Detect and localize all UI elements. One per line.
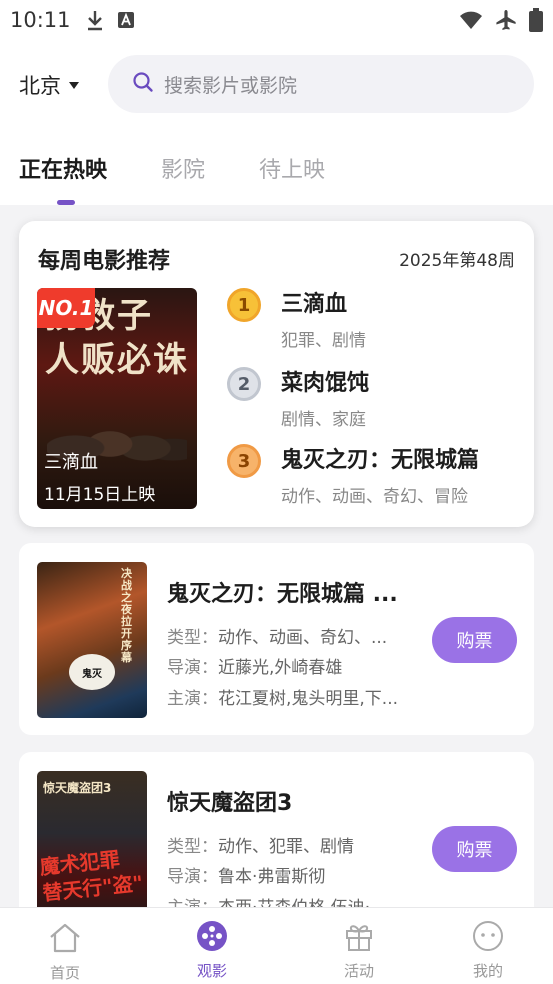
rank-name: 菜肉馄饨: [281, 371, 370, 396]
featured-poster[interactable]: 拐救子 人贩必诛 NO.1 三滴血 11月15日上映: [37, 288, 197, 509]
movie-poster[interactable]: 决战之夜拉开序幕 鬼灭: [37, 562, 147, 718]
wifi-icon: [459, 10, 483, 30]
bottom-nav: 首页 观影 活动 我的: [0, 907, 553, 984]
nav-home-label: 首页: [49, 964, 80, 982]
rank-name: 三滴血: [281, 292, 348, 317]
search-placeholder: 搜索影片或影院: [164, 74, 298, 97]
tab-coming-soon[interactable]: 待上映: [259, 152, 325, 184]
nav-mine[interactable]: 我的: [468, 920, 508, 981]
search-icon: [132, 71, 154, 97]
rank-name: 鬼灭之刃：无限城篇: [281, 448, 480, 473]
movie-cast: 主演：花江夏树,鬼头明里,下...: [167, 689, 399, 709]
movie-poster[interactable]: 惊天魔盗团3 魔术犯罪 替天行"盗": [37, 771, 147, 927]
weekly-recommendation-card[interactable]: 每周电影推荐 2025年第48周 拐救子 人贩必诛 NO.1 三滴血 11月15日…: [19, 221, 534, 527]
status-bar: 10:11: [0, 0, 553, 40]
no1-badge: NO.1: [37, 288, 95, 328]
smiley-icon: [472, 920, 504, 956]
poster-side-text: 决战之夜拉开序幕: [121, 567, 132, 664]
search-input[interactable]: 搜索影片或影院: [108, 55, 534, 113]
header: 北京 搜索影片或影院 正在热映 影院 待上映: [0, 40, 553, 205]
featured-date: 11月15日上映: [44, 485, 156, 505]
nav-activity[interactable]: 活动: [339, 920, 379, 981]
movie-director: 导演：鲁本·弗雷斯彻: [167, 867, 326, 887]
rank-genre: 剧情、家庭: [281, 410, 366, 430]
movie-card[interactable]: 决战之夜拉开序幕 鬼灭 鬼灭之刃：无限城篇 ... 类型：动作、动画、奇幻、..…: [19, 543, 534, 735]
nav-movies-label: 观影: [196, 962, 227, 980]
tab-now-showing[interactable]: 正在热映: [19, 152, 107, 205]
buy-ticket-button[interactable]: 购票: [432, 826, 517, 872]
featured-title: 三滴血: [44, 452, 98, 473]
nav-movies[interactable]: 观影: [192, 920, 232, 981]
status-time: 10:11: [10, 8, 71, 32]
download-icon: [85, 9, 105, 31]
nav-mine-label: 我的: [472, 962, 503, 980]
poster-top-text: 惊天魔盗团3: [43, 781, 112, 795]
nav-activity-label: 活动: [343, 962, 374, 980]
rank-2-badge: 2: [227, 367, 261, 401]
movie-director: 导演：近藤光,外崎春雄: [167, 658, 343, 678]
movie-title: 鬼灭之刃：无限城篇 ...: [167, 582, 398, 607]
home-icon: [48, 922, 82, 958]
rank-3-badge: 3: [227, 444, 261, 478]
gift-icon: [343, 920, 375, 956]
movie-type: 类型：动作、犯罪、剧情: [167, 837, 354, 857]
film-reel-icon: [196, 920, 228, 956]
rank-genre: 动作、动画、奇幻、冒险: [281, 487, 468, 507]
weekly-title: 每周电影推荐: [38, 249, 171, 274]
rank-1-badge: 1: [227, 288, 261, 322]
weekly-week: 2025年第48周: [399, 251, 515, 271]
airplane-icon: [495, 9, 517, 31]
nav-home[interactable]: 首页: [45, 922, 85, 983]
rank-genre: 犯罪、剧情: [281, 331, 366, 351]
poster-logo: 鬼灭: [69, 654, 115, 690]
tab-cinemas[interactable]: 影院: [161, 152, 205, 184]
tab-bar: 正在热映 影院 待上映: [19, 152, 379, 205]
buy-ticket-button[interactable]: 购票: [432, 617, 517, 663]
city-name: 北京: [19, 74, 61, 98]
poster-red-text: 魔术犯罪 替天行"盗": [38, 847, 145, 906]
battery-icon: [529, 8, 543, 32]
caret-down-icon: [69, 81, 79, 89]
movie-title: 惊天魔盗团3: [167, 791, 293, 816]
a-box-icon: [117, 11, 135, 29]
city-selector[interactable]: 北京: [19, 70, 79, 100]
movie-type: 类型：动作、动画、奇幻、...: [167, 628, 388, 648]
